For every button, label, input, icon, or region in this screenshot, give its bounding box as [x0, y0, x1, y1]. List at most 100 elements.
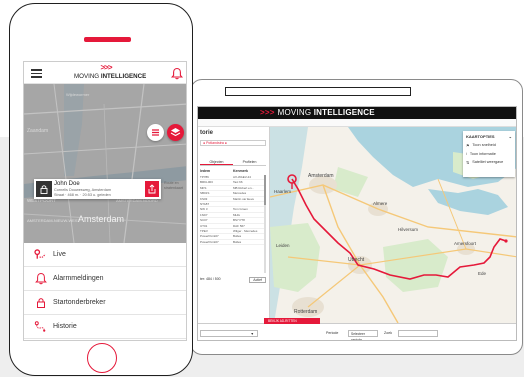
map-options-header[interactable]: KAARTOPTIES ⌄ [466, 134, 512, 139]
cell-id: KS03 [200, 196, 208, 201]
map-label-amersfoort: Amersfoort [454, 241, 477, 246]
laptop-camera-bar [225, 87, 411, 96]
phone-screen: >>> MOVING INTELLIGENCE Zaandam Wijdewor… [23, 61, 187, 341]
share-icon [148, 184, 156, 194]
sidebar-tabs: Objecten Profielen [200, 159, 266, 166]
logo-chevrons: >>> [100, 63, 112, 72]
satellite-icon: ⇅ [466, 161, 470, 165]
sidebar-footer: ter: 484 / 500 Actief [200, 277, 266, 283]
map-option-label: Toon informatie [469, 152, 496, 156]
desktop-bottom-bar: BEKIJK AD-RITTEN ▼ Periode Selecteer per… [198, 318, 516, 340]
mobile-menu: Live Alarmmeldingen Startonderbreker His… [24, 243, 186, 340]
cell-id: NW 3 [200, 207, 208, 212]
share-button[interactable] [145, 181, 159, 197]
menu-item-alarmmeldingen[interactable]: Alarmmeldingen [24, 267, 186, 291]
bell-icon[interactable] [171, 67, 183, 80]
map-label-amsterdam: Amsterdam [308, 173, 334, 179]
map-label-zaandam: Zaandam [27, 128, 48, 134]
browser-header: >>> MOVING INTELLIGENCE [198, 107, 516, 119]
brand-chevrons: >>> [260, 108, 275, 117]
sidebar-filter-select[interactable]: ● Potlandstra ● [200, 140, 266, 146]
map-option-speed[interactable]: ⚑ Toon snelheid [466, 143, 512, 148]
object-select[interactable]: ▼ [200, 330, 258, 337]
info-icon: i [466, 152, 467, 156]
lock-icon [40, 185, 48, 194]
sidebar-scrollbar[interactable] [264, 175, 266, 273]
map-options-panel: KAARTOPTIES ⌄ ⚑ Toon snelheid i Toon infor… [463, 131, 515, 177]
periode-select[interactable]: Selecteer periode... [348, 330, 378, 340]
sidebar-title: torie [200, 130, 214, 136]
cell-kenmerk: DAF 567 [233, 223, 245, 228]
layers-icon [170, 128, 181, 137]
cell-kenmerk [233, 202, 266, 206]
logo-text: MOVING INTELLIGENCE [74, 72, 146, 81]
column-header-kenmerk[interactable]: Kenmerk [233, 169, 266, 173]
card-side-text: Route en stratenkaart [164, 181, 186, 190]
logo-word-moving: MOVING [74, 73, 100, 80]
cell-kenmerk: MB Robert en... [233, 185, 255, 190]
desktop-sidebar: torie ● Potlandstra ● Objecten Profielen… [198, 127, 270, 323]
bell-icon [34, 272, 47, 285]
cell-kenmerk: Bolles [233, 239, 242, 244]
menu-item-live[interactable]: Live [24, 243, 186, 267]
cell-id: SB01S [200, 191, 210, 196]
scrollbar-thumb[interactable] [264, 175, 266, 205]
cell-kenmerk: AX-WAEV-44 [233, 175, 251, 179]
menu-item-label: Live [53, 251, 66, 258]
menu-item-historie[interactable]: Historie [24, 315, 186, 339]
chevron-down-icon: ⌄ [508, 134, 512, 139]
cell-kenmerk: Taxi 66 [233, 180, 243, 185]
map-label-amsterdam-nieuw-west: AMSTERDAM-NIEUW-WEST [27, 218, 81, 223]
caret-down-icon: ▼ [250, 332, 254, 336]
lock-avatar [36, 181, 52, 197]
status-select[interactable]: Actief [249, 277, 266, 283]
mobile-header: >>> MOVING INTELLIGENCE [24, 62, 186, 84]
vehicle-info-card[interactable]: John Doe Cornelis Douwesweg, Amsterdam St… [34, 179, 161, 199]
cell-id: TPEV [200, 228, 208, 233]
cell-kenmerk: Tom Groen [233, 207, 248, 212]
home-button[interactable] [87, 343, 117, 373]
column-header-leden[interactable]: ledem [200, 169, 233, 173]
brand-word-moving: MOVING [277, 108, 312, 117]
map-label-wijdewormer: Wijdewormer [66, 92, 90, 97]
table-row[interactable]: PowerPoint07 Bolles [200, 239, 266, 246]
live-route-icon [34, 248, 47, 261]
cell-id: SC07 [200, 218, 208, 223]
speed-icon: ⚑ [466, 144, 470, 148]
cell-id: TP786 [200, 175, 209, 179]
view-trips-tab[interactable]: BEKIJK AD-RITTEN [264, 318, 320, 324]
menu-item-startonderbreker[interactable]: Startonderbreker [24, 291, 186, 315]
phone-frame: >>> MOVING INTELLIGENCE Zaandam Wijdewor… [9, 3, 193, 376]
map-options-title: KAARTOPTIES [466, 134, 495, 139]
map-option-satellite[interactable]: ⇅ Satelliet weergave [466, 160, 512, 165]
tab-profielen[interactable]: Profielen [233, 159, 266, 165]
brand-word-intelligence: INTELLIGENCE [313, 108, 375, 117]
cell-id: UT01 [200, 223, 208, 228]
table-header: ledem Kenmerk [200, 169, 266, 173]
mobile-map[interactable]: Zaandam Wijdewormer WESTPOORT AMSTERDAM-… [24, 84, 187, 243]
map-label-leiden: Leiden [276, 243, 290, 248]
address-line: Cornelis Douwesweg, Amsterdam [54, 188, 111, 192]
hamburger-icon[interactable] [31, 69, 42, 78]
map-option-info[interactable]: i Toon informatie [466, 152, 512, 156]
side-text-line: Route en [164, 181, 179, 185]
layers-button[interactable] [167, 124, 184, 141]
search-input[interactable] [398, 330, 438, 337]
map-label-haarlem: Haarlem [274, 189, 291, 194]
map-label-almere: Almere [373, 201, 388, 206]
history-route-icon [34, 320, 47, 333]
map-label-ede: Ede [478, 271, 487, 276]
menu-item-label: Startonderbreker [53, 299, 106, 306]
result-count: ter: 484 / 500 [200, 277, 221, 281]
mobile-logo: >>> MOVING INTELLIGENCE [74, 63, 146, 81]
cell-id: BRKL003 [200, 180, 213, 185]
side-text-line: stratenkaart [164, 185, 183, 190]
cell-id: PowerPoint07 [200, 234, 219, 239]
menu-item-label: Historie [53, 323, 77, 330]
map-label-rotterdam: Rotterdam [294, 309, 317, 315]
map-option-label: Satelliet weergave [472, 160, 504, 164]
driver-address: Cornelis Douwesweg, Amsterdam Straat · 46… [54, 188, 140, 197]
tab-objecten[interactable]: Objecten [200, 159, 233, 165]
table-body: TP786 AX-WAEV-44 BRKL003 Taxi 66 MFS MB Rober… [200, 175, 266, 246]
list-toggle-button[interactable] [147, 124, 164, 141]
